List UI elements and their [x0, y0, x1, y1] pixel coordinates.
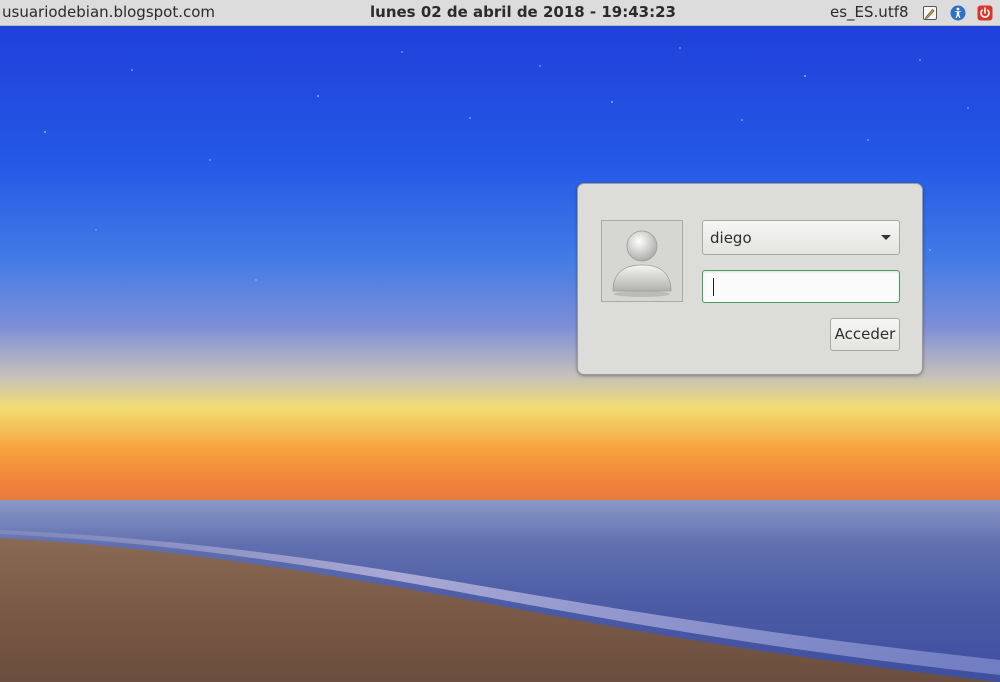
clock: lunes 02 de abril de 2018 - 19:43:23	[370, 3, 676, 21]
language-indicator[interactable]: es_ES.utf8	[830, 3, 909, 21]
power-icon[interactable]	[977, 5, 993, 21]
top-panel: usuariodebian.blogspot.com lunes 02 de a…	[0, 0, 1000, 26]
hostname-label: usuariodebian.blogspot.com	[2, 3, 216, 21]
user-select[interactable]: diego	[702, 220, 900, 255]
user-avatar	[601, 220, 683, 302]
accessibility-icon[interactable]	[950, 5, 966, 21]
chevron-down-icon	[881, 235, 891, 240]
password-field-frame	[702, 270, 900, 303]
session-icon[interactable]	[922, 5, 938, 21]
login-button[interactable]: Acceder	[830, 318, 900, 351]
selected-user: diego	[710, 229, 752, 247]
login-dialog: diego Acceder	[577, 183, 923, 375]
login-screen: usuariodebian.blogspot.com lunes 02 de a…	[0, 0, 1000, 682]
text-cursor	[713, 278, 714, 296]
user-silhouette-icon	[612, 230, 672, 297]
password-input[interactable]	[703, 271, 899, 302]
